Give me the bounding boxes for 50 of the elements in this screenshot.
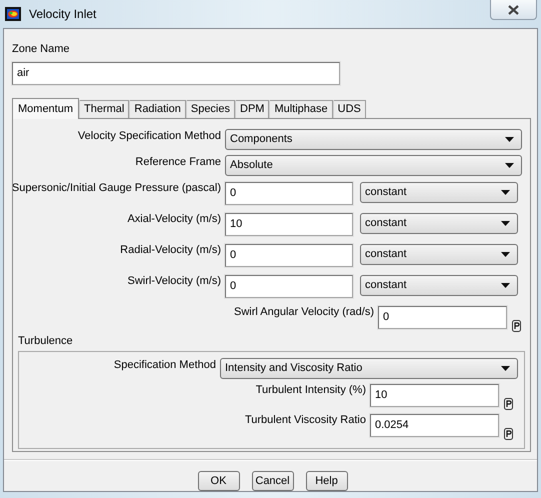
field-label: Velocity Specification Method [78, 130, 221, 143]
input-field[interactable]: 0.0254 [370, 414, 499, 437]
caret-icon [501, 221, 510, 226]
input-field[interactable]: 0 [225, 275, 353, 298]
field-label: Axial-Velocity (m/s) [127, 213, 221, 226]
input-field[interactable]: air [12, 62, 340, 85]
field-label: Turbulent Viscosity Ratio [244, 414, 366, 427]
parameter-icon[interactable] [504, 428, 513, 440]
caret-icon [505, 137, 514, 142]
parameter-icon[interactable] [504, 398, 513, 410]
input-field[interactable]: 10 [370, 384, 499, 407]
tab[interactable]: Multiphase [270, 100, 333, 118]
tab[interactable]: Species [186, 100, 235, 118]
field-label: Turbulent Intensity (%) [256, 384, 366, 397]
input-field[interactable]: 0 [378, 306, 507, 329]
input-field[interactable]: 10 [225, 213, 353, 236]
tab[interactable]: Thermal [80, 100, 130, 118]
dialog-button[interactable]: Help [306, 471, 348, 491]
field-label: Radial-Velocity (m/s) [120, 244, 221, 257]
field-label: Swirl Angular Velocity (rad/s) [234, 306, 374, 319]
input-field[interactable]: 0 [225, 244, 353, 267]
tab[interactable]: UDS [334, 100, 366, 118]
field-label: Zone Name [12, 43, 70, 56]
caret-icon [505, 163, 514, 168]
caret-icon [501, 190, 510, 195]
caret-icon [501, 366, 510, 371]
caret-icon [501, 252, 510, 257]
dropdown[interactable]: Components [225, 129, 522, 150]
close-button[interactable] [490, 0, 537, 20]
window-title: Velocity Inlet [29, 6, 96, 23]
dropdown[interactable]: constant [360, 244, 518, 265]
dropdown[interactable]: Intensity and Viscosity Ratio [220, 358, 518, 379]
field-label: Specification Method [114, 359, 216, 372]
dropdown[interactable]: constant [360, 213, 518, 234]
close-icon [508, 4, 519, 14]
caret-icon [501, 283, 510, 288]
dropdown[interactable]: Absolute [225, 155, 522, 176]
tab[interactable]: Momentum [12, 98, 80, 119]
section-title: Turbulence [18, 335, 73, 348]
app-icon [5, 7, 21, 21]
dialog-button[interactable]: Cancel [252, 471, 294, 491]
dialog-button[interactable]: OK [198, 471, 240, 491]
field-label: Swirl-Velocity (m/s) [127, 275, 221, 288]
field-label: Reference Frame [135, 156, 221, 169]
input-field[interactable]: 0 [225, 182, 353, 205]
tab[interactable]: DPM [236, 100, 270, 118]
dropdown[interactable]: constant [360, 182, 518, 203]
dropdown[interactable]: constant [360, 275, 518, 296]
tab[interactable]: Radiation [130, 100, 186, 118]
parameter-icon[interactable] [512, 320, 521, 332]
